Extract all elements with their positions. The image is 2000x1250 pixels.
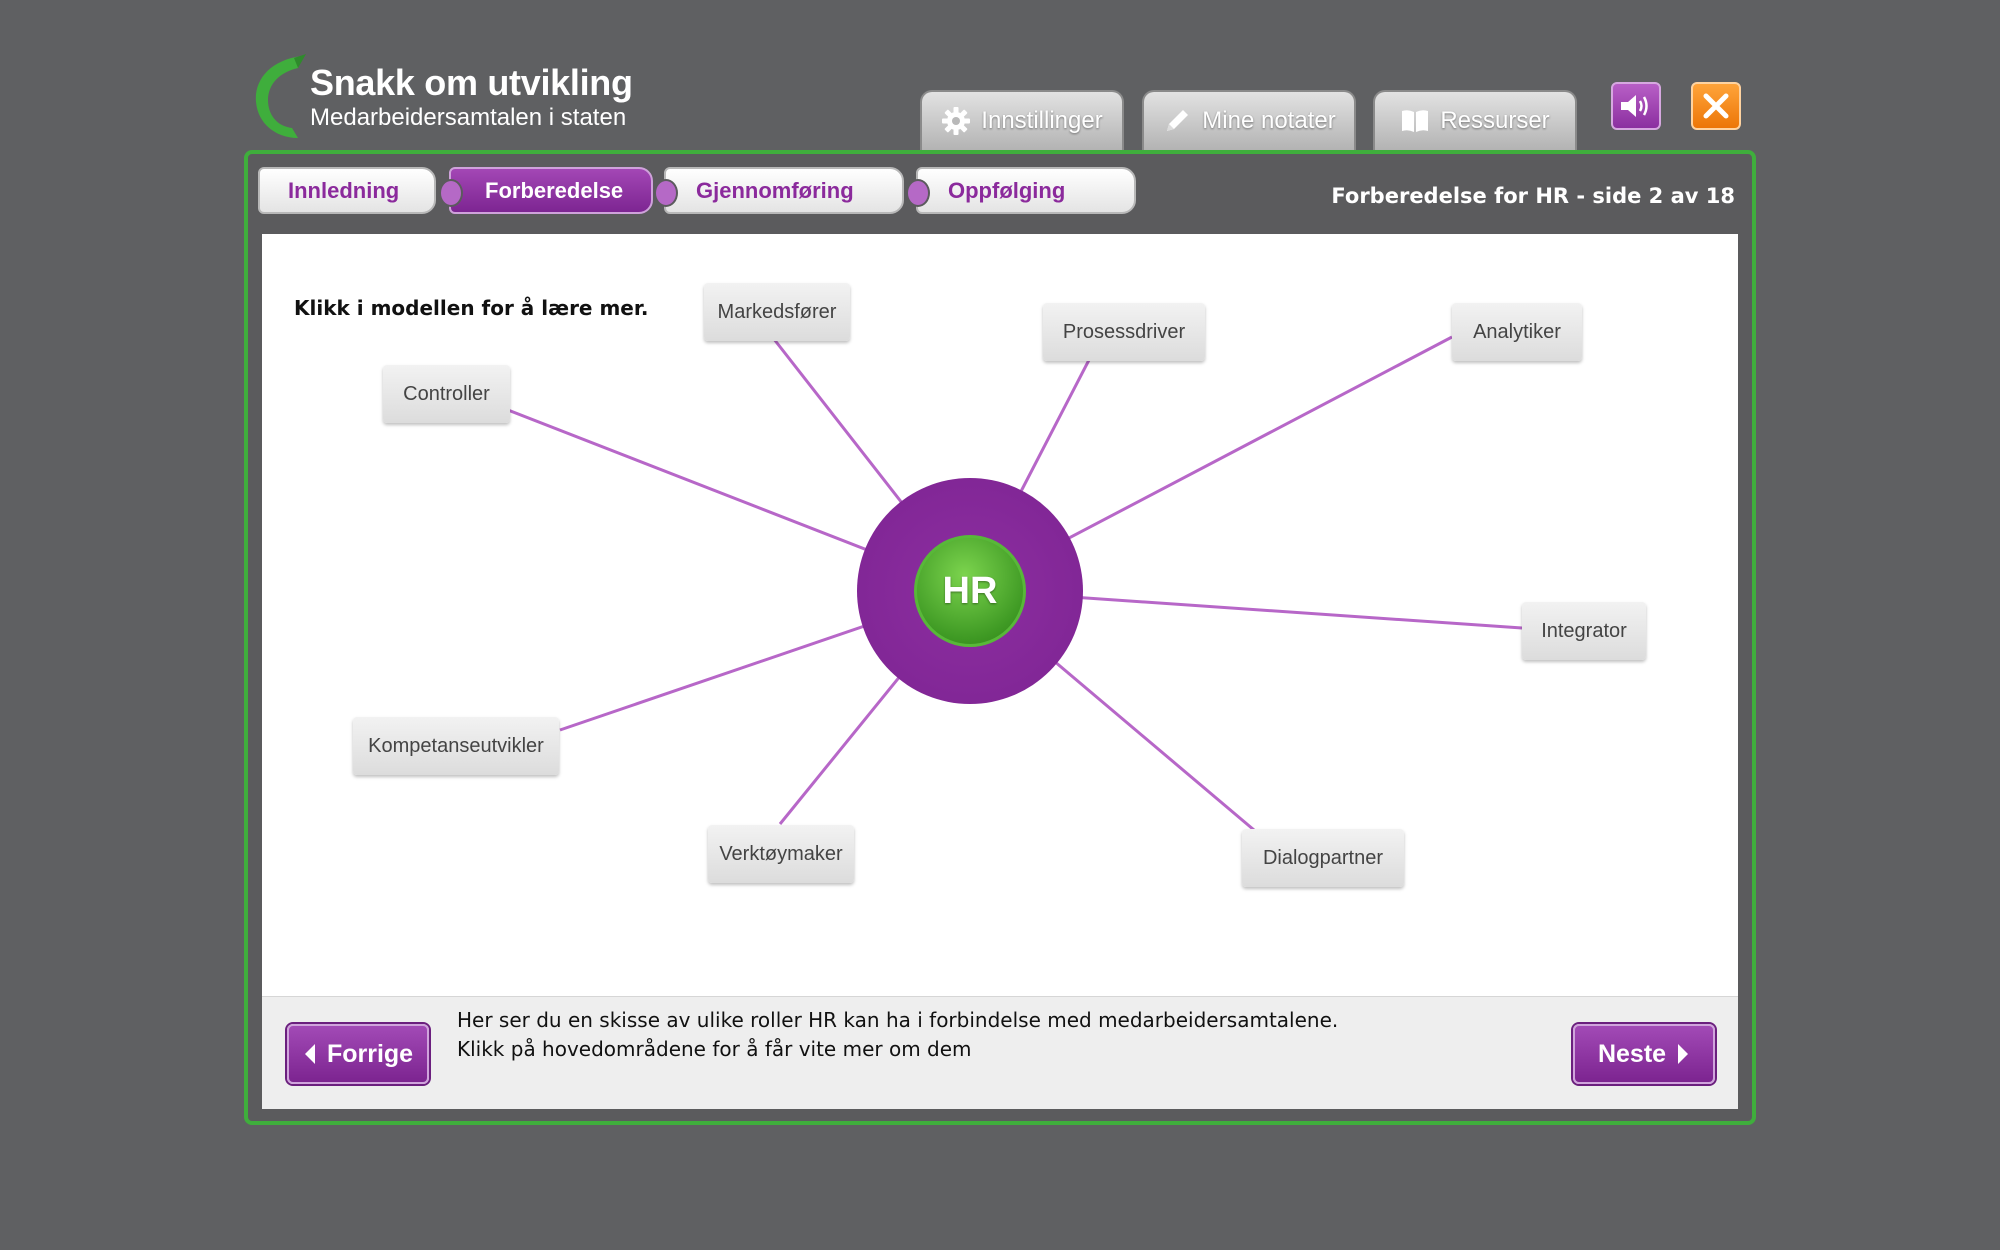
prev-label: Forrige xyxy=(326,1039,414,1068)
role-dialogpartner[interactable]: Dialogpartner xyxy=(1242,829,1404,887)
prev-button[interactable]: Forrige xyxy=(287,1024,429,1084)
hub-hr-button[interactable]: HR xyxy=(914,535,1026,647)
role-markedsforer[interactable]: Markedsfører xyxy=(704,283,850,341)
role-prosessdriver[interactable]: Prosessdriver xyxy=(1043,303,1205,361)
next-button[interactable]: Neste xyxy=(1573,1024,1715,1084)
description-line-2: Klikk på hovedområdene for å får vite me… xyxy=(457,1037,972,1061)
role-analytiker[interactable]: Analytiker xyxy=(1452,303,1582,361)
next-label: Neste xyxy=(1597,1039,1667,1068)
role-verktoymaker[interactable]: Verktøymaker xyxy=(708,825,854,883)
description-line-1: Her ser du en skisse av ulike roller HR … xyxy=(457,1008,1339,1032)
role-integrator[interactable]: Integrator xyxy=(1522,602,1646,660)
arrow-left-icon xyxy=(304,1044,315,1064)
footer-description: Her ser du en skisse av ulike roller HR … xyxy=(457,1006,1338,1064)
arrow-right-icon xyxy=(1678,1044,1689,1064)
role-kompetanseutvikler[interactable]: Kompetanseutvikler xyxy=(353,717,559,775)
role-controller[interactable]: Controller xyxy=(383,365,510,423)
